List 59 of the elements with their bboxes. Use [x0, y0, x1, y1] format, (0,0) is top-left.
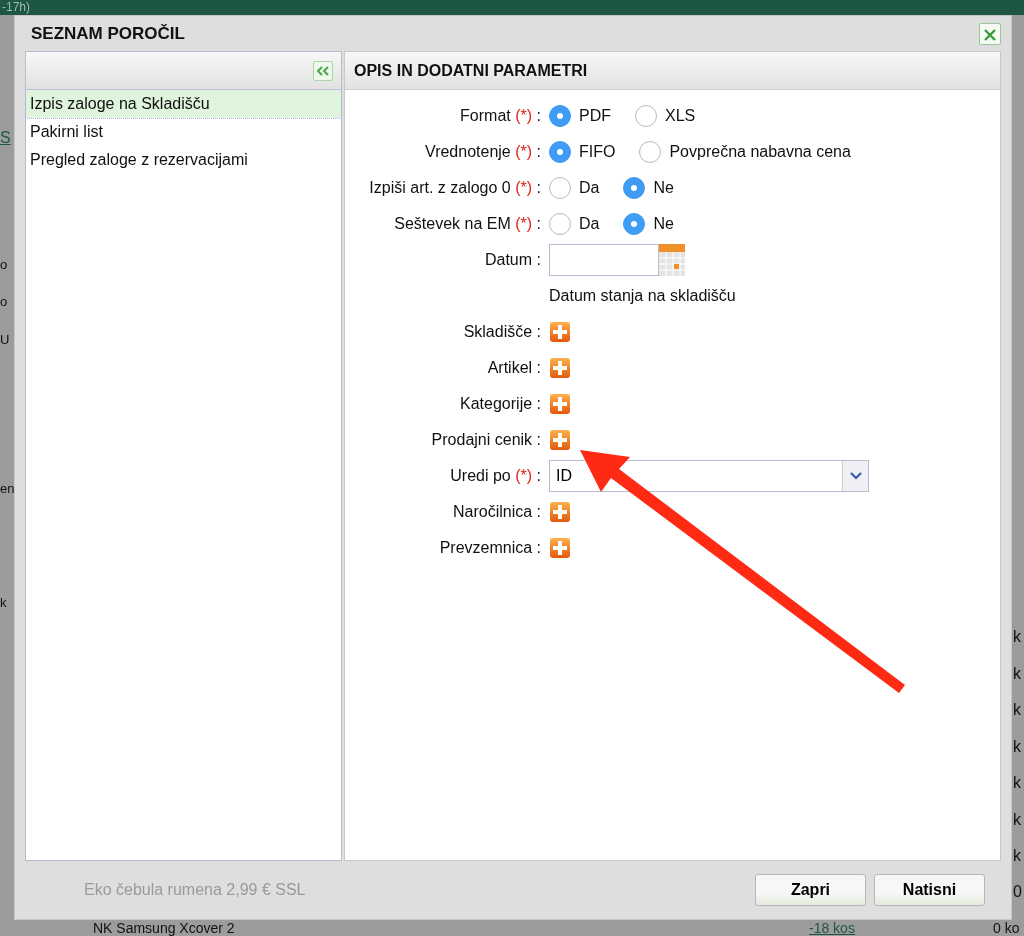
collapse-button[interactable]: [313, 60, 333, 81]
page-header-text: -17h): [0, 0, 1024, 15]
panel-title: OPIS IN DODATNI PARAMETRI: [353, 60, 588, 81]
radio-option[interactable]: Da: [549, 176, 600, 200]
field-label: Skladišče :: [462, 322, 542, 342]
radio-option[interactable]: Ne: [623, 212, 674, 236]
text-fragment: k: [1013, 627, 1021, 647]
field-label: Uredi po (*) :: [449, 466, 542, 486]
calendar-icon[interactable]: [659, 244, 685, 276]
field-label: Kategorije :: [459, 394, 542, 414]
text-fragment: k: [1013, 810, 1021, 830]
add-icon[interactable]: [549, 393, 571, 415]
radio-option[interactable]: XLS: [635, 104, 696, 128]
radio-option[interactable]: Da: [549, 212, 600, 236]
field-label: Format (*) :: [459, 106, 542, 126]
close-icon: [983, 27, 997, 42]
radio-option[interactable]: PDF: [549, 104, 611, 128]
close-button[interactable]: [979, 22, 1001, 45]
radio-option[interactable]: FIFO: [549, 140, 616, 164]
field-label: Izpiši art. z zalogo 0 (*) :: [368, 178, 542, 198]
field-label: Seštevek na EM (*) :: [393, 214, 542, 234]
add-icon[interactable]: [549, 501, 571, 523]
text-fragment: k: [1013, 664, 1021, 684]
text-fragment: k: [0, 594, 7, 612]
radio-option[interactable]: Povprečna nabavna cena: [639, 140, 851, 164]
table-cell: 0 ko: [993, 921, 1020, 935]
add-icon[interactable]: [549, 429, 571, 451]
table-cell-text: 0: [1013, 882, 1022, 902]
field-label: Datum :: [483, 250, 542, 270]
text-fragment: o: [0, 256, 8, 274]
report-list-item[interactable]: Izpis zaloge na Skladišču: [26, 90, 341, 118]
add-icon[interactable]: [549, 321, 571, 343]
field-label: Artikel :: [486, 358, 542, 378]
text-fragment: k: [1013, 773, 1021, 793]
text-fragment: U: [0, 331, 10, 349]
field-label: Naročilnica :: [451, 502, 542, 522]
dialog-button[interactable]: Zapri: [755, 874, 866, 906]
field-label: Prevzemnica :: [438, 538, 542, 558]
hint-text: Datum stanja na skladišču: [549, 286, 736, 306]
add-icon[interactable]: [549, 357, 571, 379]
field-label: Vrednotenje (*) :: [424, 142, 542, 162]
text-fragment: k: [1013, 700, 1021, 720]
add-icon[interactable]: [549, 537, 571, 559]
dialog-button[interactable]: Natisni: [874, 874, 985, 906]
table-cell: Eko čebula rumena 2,99 € SSL: [84, 881, 306, 898]
date-field[interactable]: [549, 244, 659, 276]
report-list-item[interactable]: Pregled zaloge z rezervacijami: [26, 146, 341, 174]
field-label: Prodajni cenik :: [430, 430, 542, 450]
double-chevron-icon: [317, 65, 329, 76]
table-cell: NK Samsung Xcover 2: [93, 921, 235, 935]
text-fragment: en: [0, 480, 15, 498]
text-fragment: k: [1013, 737, 1021, 757]
text-fragment: k: [1013, 846, 1021, 866]
sort-dropdown[interactable]: ID: [549, 460, 869, 492]
chevron-down-icon: [849, 472, 862, 480]
radio-option[interactable]: Ne: [623, 176, 674, 200]
report-list-item[interactable]: Pakirni list: [26, 118, 341, 146]
text-fragment: o: [0, 293, 8, 311]
dialog-title: SEZNAM POROČIL: [31, 22, 185, 45]
